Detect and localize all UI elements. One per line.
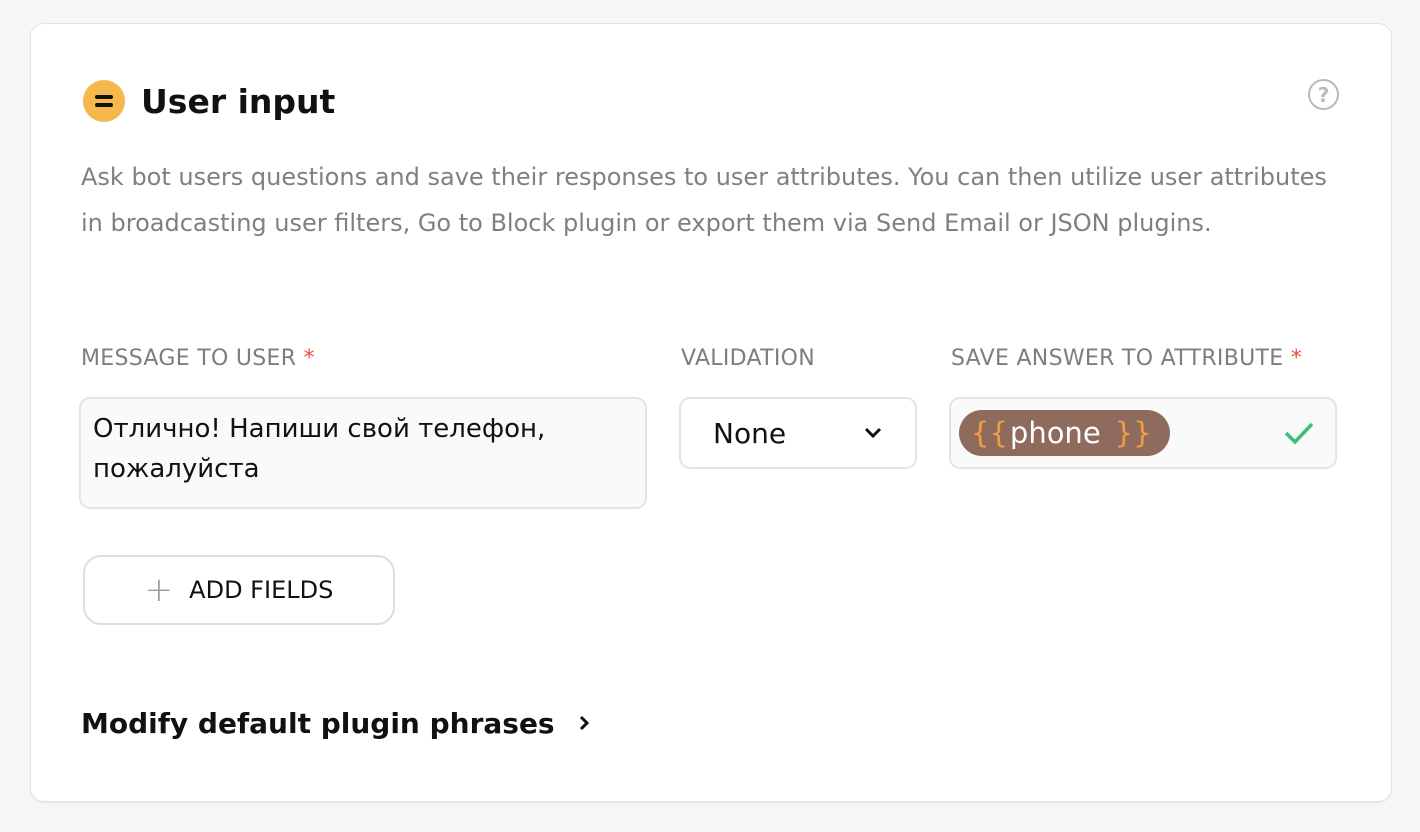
user-input-plugin-icon [83, 80, 125, 122]
plus-icon: + [144, 570, 174, 610]
brace-close: }} [1114, 416, 1152, 450]
help-icon[interactable]: ? [1308, 79, 1339, 110]
attribute-input[interactable]: {{ phone }} [949, 397, 1337, 469]
card-header: User input [83, 80, 335, 122]
modify-phrases-label: Modify default plugin phrases [81, 707, 555, 740]
validation-select[interactable]: None [679, 397, 917, 469]
brace-open: {{ [971, 416, 1008, 450]
card-title: User input [141, 81, 336, 121]
modify-phrases-link[interactable]: Modify default plugin phrases [81, 707, 594, 740]
add-fields-button[interactable]: + ADD FIELDS [83, 555, 395, 625]
attribute-chip[interactable]: {{ phone }} [959, 410, 1170, 456]
chevron-right-icon [580, 715, 590, 731]
message-label: MESSAGE TO USER * [81, 346, 315, 371]
chevron-down-icon [864, 427, 882, 439]
user-input-card: User input ? Ask bot users questions and… [30, 23, 1392, 802]
attribute-label: SAVE ANSWER TO ATTRIBUTE * [951, 346, 1303, 371]
check-icon [1284, 422, 1314, 445]
add-fields-label: ADD FIELDS [189, 576, 334, 604]
validation-label: VALIDATION [681, 346, 816, 371]
attribute-name: phone [1009, 416, 1101, 450]
description: Ask bot users questions and save their r… [81, 163, 1327, 237]
validation-value: None [713, 416, 787, 450]
message-input[interactable]: Отлично! Напиши свой телефон, пожалуйста [79, 397, 647, 509]
